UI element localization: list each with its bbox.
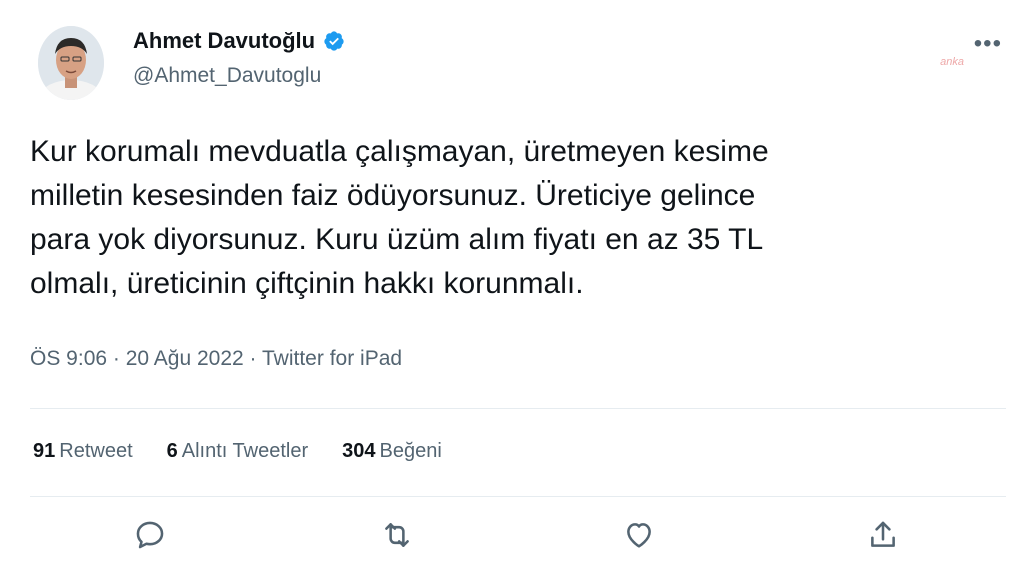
watermark: anka	[940, 56, 964, 68]
more-horizontal-icon[interactable]: •••	[974, 30, 1002, 58]
quote-count-value: 6	[166, 440, 178, 462]
retweet-count[interactable]: 91 Retweet	[33, 440, 133, 463]
tweet-actions	[0, 518, 1024, 562]
quote-count-label: Alıntı Tweetler	[181, 440, 309, 462]
tweet-source[interactable]: Twitter for iPad	[262, 347, 402, 370]
like-count-value: 304	[342, 440, 376, 462]
quote-count[interactable]: 6 Alıntı Tweetler	[167, 440, 308, 463]
divider	[30, 408, 1006, 409]
tweet-meta: ÖS 9:06 · 20 Ağu 2022 · Twitter for iPad	[30, 347, 402, 371]
share-icon[interactable]	[866, 518, 902, 554]
divider	[30, 496, 1006, 497]
retweet-icon[interactable]	[380, 518, 416, 554]
meta-separator: ·	[249, 347, 257, 370]
author-name-row[interactable]: Ahmet Davutoğlu	[133, 28, 345, 54]
author-display-name[interactable]: Ahmet Davutoğlu	[133, 28, 315, 54]
like-count-label: Beğeni	[379, 440, 442, 462]
avatar[interactable]	[38, 26, 104, 100]
tweet-date[interactable]: 20 Ağu 2022	[126, 347, 244, 370]
tweet-text: Kur korumalı mevduatla çalışmayan, üretm…	[30, 135, 769, 300]
reply-icon[interactable]	[133, 518, 169, 554]
tweet-time[interactable]: ÖS 9:06	[30, 347, 107, 370]
tweet-stats: 91 Retweet 6 Alıntı Tweetler 304 Beğeni	[33, 440, 442, 463]
author-handle[interactable]: @Ahmet_Davutoglu	[133, 64, 321, 88]
tweet-card: Ahmet Davutoğlu @Ahmet_Davutoglu anka ••…	[0, 0, 1024, 576]
verified-badge-icon	[323, 30, 345, 52]
retweet-count-value: 91	[33, 440, 56, 462]
heart-icon[interactable]	[622, 518, 658, 554]
like-count[interactable]: 304 Beğeni	[342, 440, 442, 463]
meta-separator: ·	[112, 347, 120, 370]
retweet-count-label: Retweet	[59, 440, 133, 462]
